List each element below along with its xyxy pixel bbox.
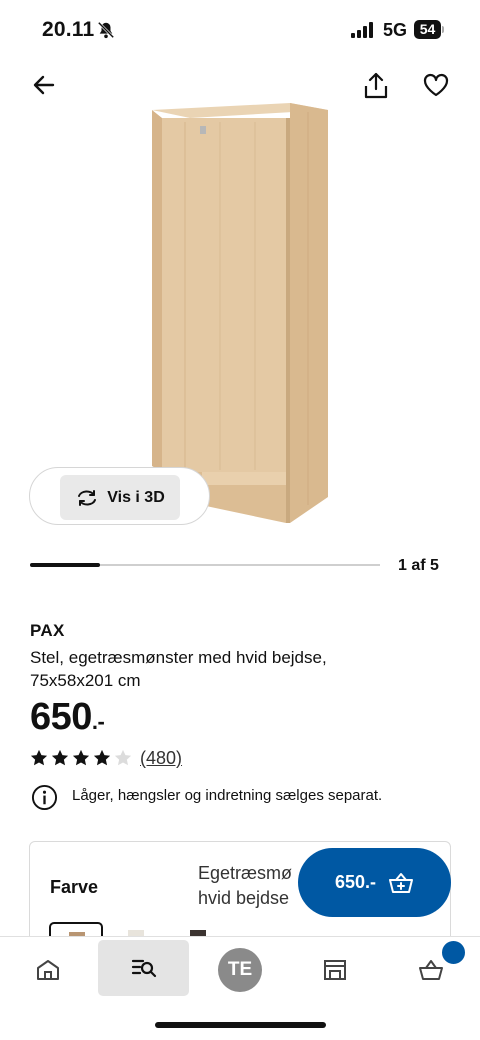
back-arrow-icon[interactable] — [31, 72, 57, 98]
color-label: Farve — [50, 877, 99, 897]
price-value: 650 — [30, 696, 92, 738]
bell-slash-icon — [97, 21, 115, 39]
product-image[interactable] — [130, 100, 340, 530]
product-price: 650.- — [30, 696, 105, 739]
page-indicator: 1 af 5 — [398, 557, 439, 574]
share-icon[interactable] — [362, 70, 390, 100]
favorite-heart-icon[interactable] — [422, 72, 450, 98]
add-to-cart-button[interactable]: 650.- — [298, 848, 451, 917]
product-brand: PAX — [30, 621, 65, 640]
signal-icon — [351, 22, 373, 38]
search-list-icon — [131, 959, 156, 978]
home-icon — [37, 960, 59, 980]
shopping-basket-icon — [419, 960, 443, 980]
star-filled-icon — [51, 749, 69, 766]
rotate-icon — [78, 489, 97, 506]
battery-level: 54 — [414, 20, 441, 39]
nav-store[interactable] — [290, 944, 380, 996]
battery-indicator: 54 — [414, 20, 444, 39]
home-indicator — [155, 1022, 326, 1028]
info-note: Låger, hængsler og indretning sælges sep… — [72, 787, 383, 804]
star-filled-icon — [72, 749, 90, 766]
view-3d-label: Vis i 3D — [107, 488, 165, 506]
product-description-line: Stel, egetræsmønster med hvid bejdse, — [30, 648, 327, 667]
nav-home[interactable] — [3, 944, 93, 996]
color-value: Egetræsmø hvid bejdse — [198, 861, 308, 911]
star-empty-icon — [114, 749, 132, 766]
nav-profile[interactable]: TE — [195, 944, 285, 996]
gallery-progress — [30, 563, 380, 567]
price-suffix: .- — [91, 709, 105, 734]
view-3d-button[interactable]: Vis i 3D — [60, 475, 180, 520]
star-filled-icon — [30, 749, 48, 766]
basket-add-icon — [389, 872, 414, 893]
info-icon — [31, 784, 58, 811]
review-count-link[interactable]: (480) — [140, 748, 182, 769]
gallery-progress-fill — [30, 563, 100, 567]
status-time: 20.11 — [42, 18, 95, 41]
rating-stars[interactable] — [30, 749, 132, 767]
product-dimensions: 75x58x201 cm — [30, 671, 141, 690]
color-value-line: hvid bejdse — [198, 888, 290, 908]
avatar: TE — [218, 948, 262, 992]
nav-search[interactable] — [98, 940, 189, 996]
store-icon — [324, 960, 346, 980]
network-label: 5G — [383, 20, 408, 40]
product-description: Stel, egetræsmønster med hvid bejdse, 75… — [30, 646, 390, 692]
color-value-line: Egetræsmø — [198, 863, 293, 883]
add-to-cart-price: 650.- — [334, 872, 377, 892]
star-filled-icon — [93, 749, 111, 766]
cart-badge — [440, 939, 467, 966]
